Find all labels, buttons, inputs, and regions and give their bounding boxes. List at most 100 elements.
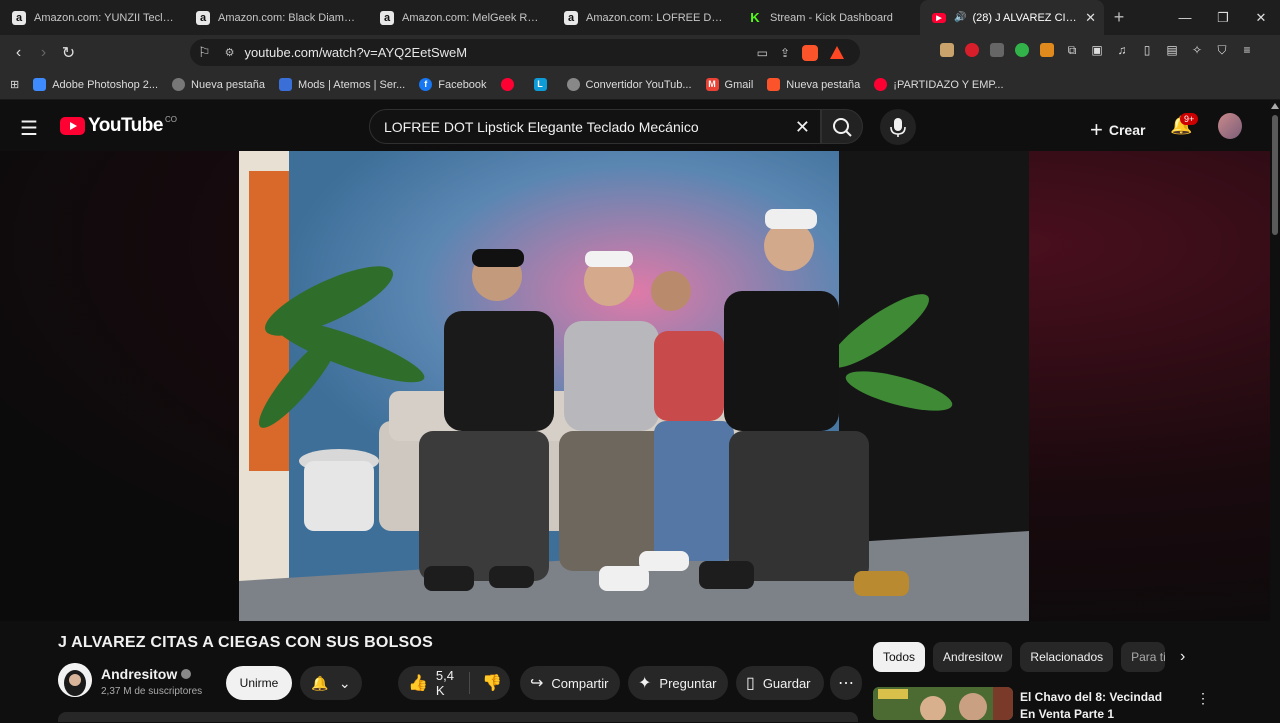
bookmark-item[interactable]: Mods | Atemos | Ser... xyxy=(279,78,405,91)
cast-icon[interactable]: ▭ xyxy=(757,46,768,60)
recommendation-title[interactable]: El Chavo del 8: Vecindad En Venta Parte … xyxy=(1020,689,1180,723)
microphone-icon xyxy=(890,118,906,137)
extension-icon[interactable] xyxy=(940,43,954,57)
video-player[interactable] xyxy=(0,151,1270,621)
recommendation-thumbnail[interactable] xyxy=(873,687,1013,720)
save-button[interactable]: ▯ Guardar xyxy=(736,666,824,700)
brave-shields-icon[interactable] xyxy=(802,44,818,61)
clear-search-icon[interactable]: ✕ xyxy=(795,117,810,138)
bookmark-label: Nueva pestaña xyxy=(191,78,266,91)
close-tab-icon[interactable]: ✕ xyxy=(1085,10,1096,26)
youtube-icon xyxy=(874,78,888,91)
puzzle-icon[interactable]: ⧉ xyxy=(1065,43,1079,57)
forward-icon[interactable]: › xyxy=(31,44,56,62)
amazon-icon: a xyxy=(380,10,394,25)
browser-tab-5[interactable]: K Stream - Kick Dashboard xyxy=(736,0,920,35)
chip-relacionados[interactable]: Relacionados xyxy=(1020,642,1114,672)
dislike-icon[interactable]: 👎 xyxy=(482,673,502,693)
ask-button[interactable]: ✦ Preguntar xyxy=(628,666,728,700)
wallet-icon[interactable]: ▤ xyxy=(1165,43,1179,57)
country-code: CO xyxy=(164,114,177,124)
save-label: Guardar xyxy=(762,675,811,691)
browser-tab-2[interactable]: a Amazon.com: Black Diamond RI xyxy=(184,0,368,35)
bookmark-favicon xyxy=(33,78,47,91)
music-icon[interactable]: ♫ xyxy=(1115,43,1129,57)
extension-icon[interactable] xyxy=(1015,43,1029,57)
share-label: Compartir xyxy=(551,675,609,691)
menu-icon[interactable]: ≡ xyxy=(1240,43,1254,57)
divider xyxy=(469,672,471,694)
amazon-icon: a xyxy=(12,10,26,25)
like-count[interactable]: 5,4 K xyxy=(436,668,457,698)
avatar[interactable] xyxy=(1218,113,1242,139)
restore-icon[interactable]: ❐ xyxy=(1204,0,1242,35)
bookmark-item[interactable]: Nueva pestaña xyxy=(767,78,860,91)
more-actions-button[interactable]: ⋯ xyxy=(830,666,862,700)
join-button[interactable]: Unirme xyxy=(226,666,292,700)
search-input[interactable]: LOFREE DOT Lipstick Elegante Teclado Mec… xyxy=(369,109,821,144)
channel-avatar[interactable] xyxy=(58,663,92,697)
browser-nav-bar: ‹ › ↻ ⚐ ⚙ youtube.com/watch?v=AYQ2EetSwe… xyxy=(0,35,1280,70)
share-button[interactable]: ↪ Compartir xyxy=(520,666,620,700)
chip-andresitow[interactable]: Andresitow xyxy=(933,642,1013,672)
vpn-icon[interactable]: ⛉ xyxy=(1215,43,1229,57)
filter-chips: Todos Andresitow Relacionados Para ti xyxy=(873,642,1166,672)
browser-tab-active[interactable]: ▶ 🔊 (28) J ALVAREZ CITAS A C ✕ xyxy=(920,0,1104,35)
hamburger-menu-icon[interactable]: ☰ xyxy=(20,116,38,141)
browser-tab-4[interactable]: a Amazon.com: LOFREE DOT Lips xyxy=(552,0,736,35)
more-vert-icon[interactable]: ⋮ xyxy=(1196,690,1210,707)
speaker-icon[interactable]: 🔊 xyxy=(954,12,966,23)
ask-label: Preguntar xyxy=(659,675,717,691)
thumbnail-image xyxy=(873,687,1013,720)
bookmark-item[interactable] xyxy=(500,78,520,91)
minimize-icon[interactable]: — xyxy=(1166,0,1204,35)
bookmark-icon[interactable]: ⚐ xyxy=(198,44,211,61)
site-info-icon[interactable]: ⚙ xyxy=(225,46,235,59)
address-bar[interactable]: ⚐ ⚙ youtube.com/watch?v=AYQ2EetSweM ▭ ⇪ xyxy=(190,39,860,66)
apps-icon[interactable]: ⊞ xyxy=(10,78,19,91)
youtube-logo[interactable]: YouTube CO xyxy=(60,115,177,137)
bookmark-item[interactable]: Nueva pestaña xyxy=(172,78,265,91)
scroll-up-icon[interactable] xyxy=(1271,103,1279,109)
search-button[interactable] xyxy=(821,109,863,144)
video-frame[interactable] xyxy=(239,151,1029,621)
bookmark-item[interactable]: ¡PARTIDAZO Y EMP... xyxy=(874,78,1004,91)
chevron-right-icon[interactable]: › xyxy=(1180,648,1185,666)
back-icon[interactable]: ‹ xyxy=(6,44,31,62)
bookmark-favicon: L xyxy=(533,78,547,91)
new-tab-button[interactable]: + xyxy=(1104,7,1134,28)
like-dislike-group: 👍 5,4 K 👎 xyxy=(398,666,510,700)
leo-icon[interactable]: ✧ xyxy=(1190,43,1204,57)
amazon-icon: a xyxy=(564,10,578,25)
screenshot-icon[interactable]: ▣ xyxy=(1090,43,1104,57)
channel-name-row[interactable]: Andresitow xyxy=(101,666,192,682)
create-button[interactable]: + Crear xyxy=(1090,117,1145,143)
like-icon[interactable]: 👍 xyxy=(408,673,428,693)
close-window-icon[interactable]: ✕ xyxy=(1242,0,1280,35)
search-query: LOFREE DOT Lipstick Elegante Teclado Mec… xyxy=(384,118,699,135)
bookmark-item[interactable]: Convertidor YouTub... xyxy=(566,78,692,91)
scrollbar-thumb[interactable] xyxy=(1272,115,1278,235)
bookmark-label: ¡PARTIDAZO Y EMP... xyxy=(893,78,1004,91)
extension-icon[interactable] xyxy=(990,43,1004,57)
sidebar-icon[interactable]: ▯ xyxy=(1140,43,1154,57)
share-icon[interactable]: ⇪ xyxy=(780,46,790,60)
bookmark-item[interactable]: Adobe Photoshop 2... xyxy=(33,78,158,91)
browser-tab-3[interactable]: a Amazon.com: MelGeek REAL67 xyxy=(368,0,552,35)
bookmark-label: Adobe Photoshop 2... xyxy=(52,78,159,91)
reload-icon[interactable]: ↻ xyxy=(56,43,81,63)
description-box[interactable] xyxy=(58,712,858,722)
chip-todos[interactable]: Todos xyxy=(873,642,926,672)
extension-icon[interactable] xyxy=(1040,43,1054,57)
bookmark-item[interactable]: L xyxy=(533,78,553,91)
bookmark-item[interactable]: f Facebook xyxy=(419,78,487,91)
page-scrollbar[interactable] xyxy=(1270,101,1280,720)
voice-search-button[interactable] xyxy=(880,109,916,145)
chip-para-ti[interactable]: Para ti xyxy=(1121,642,1166,672)
browser-tab-1[interactable]: a Amazon.com: YUNZII Teclado M xyxy=(0,0,184,35)
bookmark-label: Gmail xyxy=(724,78,754,91)
subscription-bell-button[interactable]: 🔔 ⌄ xyxy=(300,666,362,700)
extension-icon[interactable] xyxy=(965,43,979,57)
brave-rewards-icon[interactable] xyxy=(830,46,844,59)
bookmark-item[interactable]: M Gmail xyxy=(705,78,754,91)
